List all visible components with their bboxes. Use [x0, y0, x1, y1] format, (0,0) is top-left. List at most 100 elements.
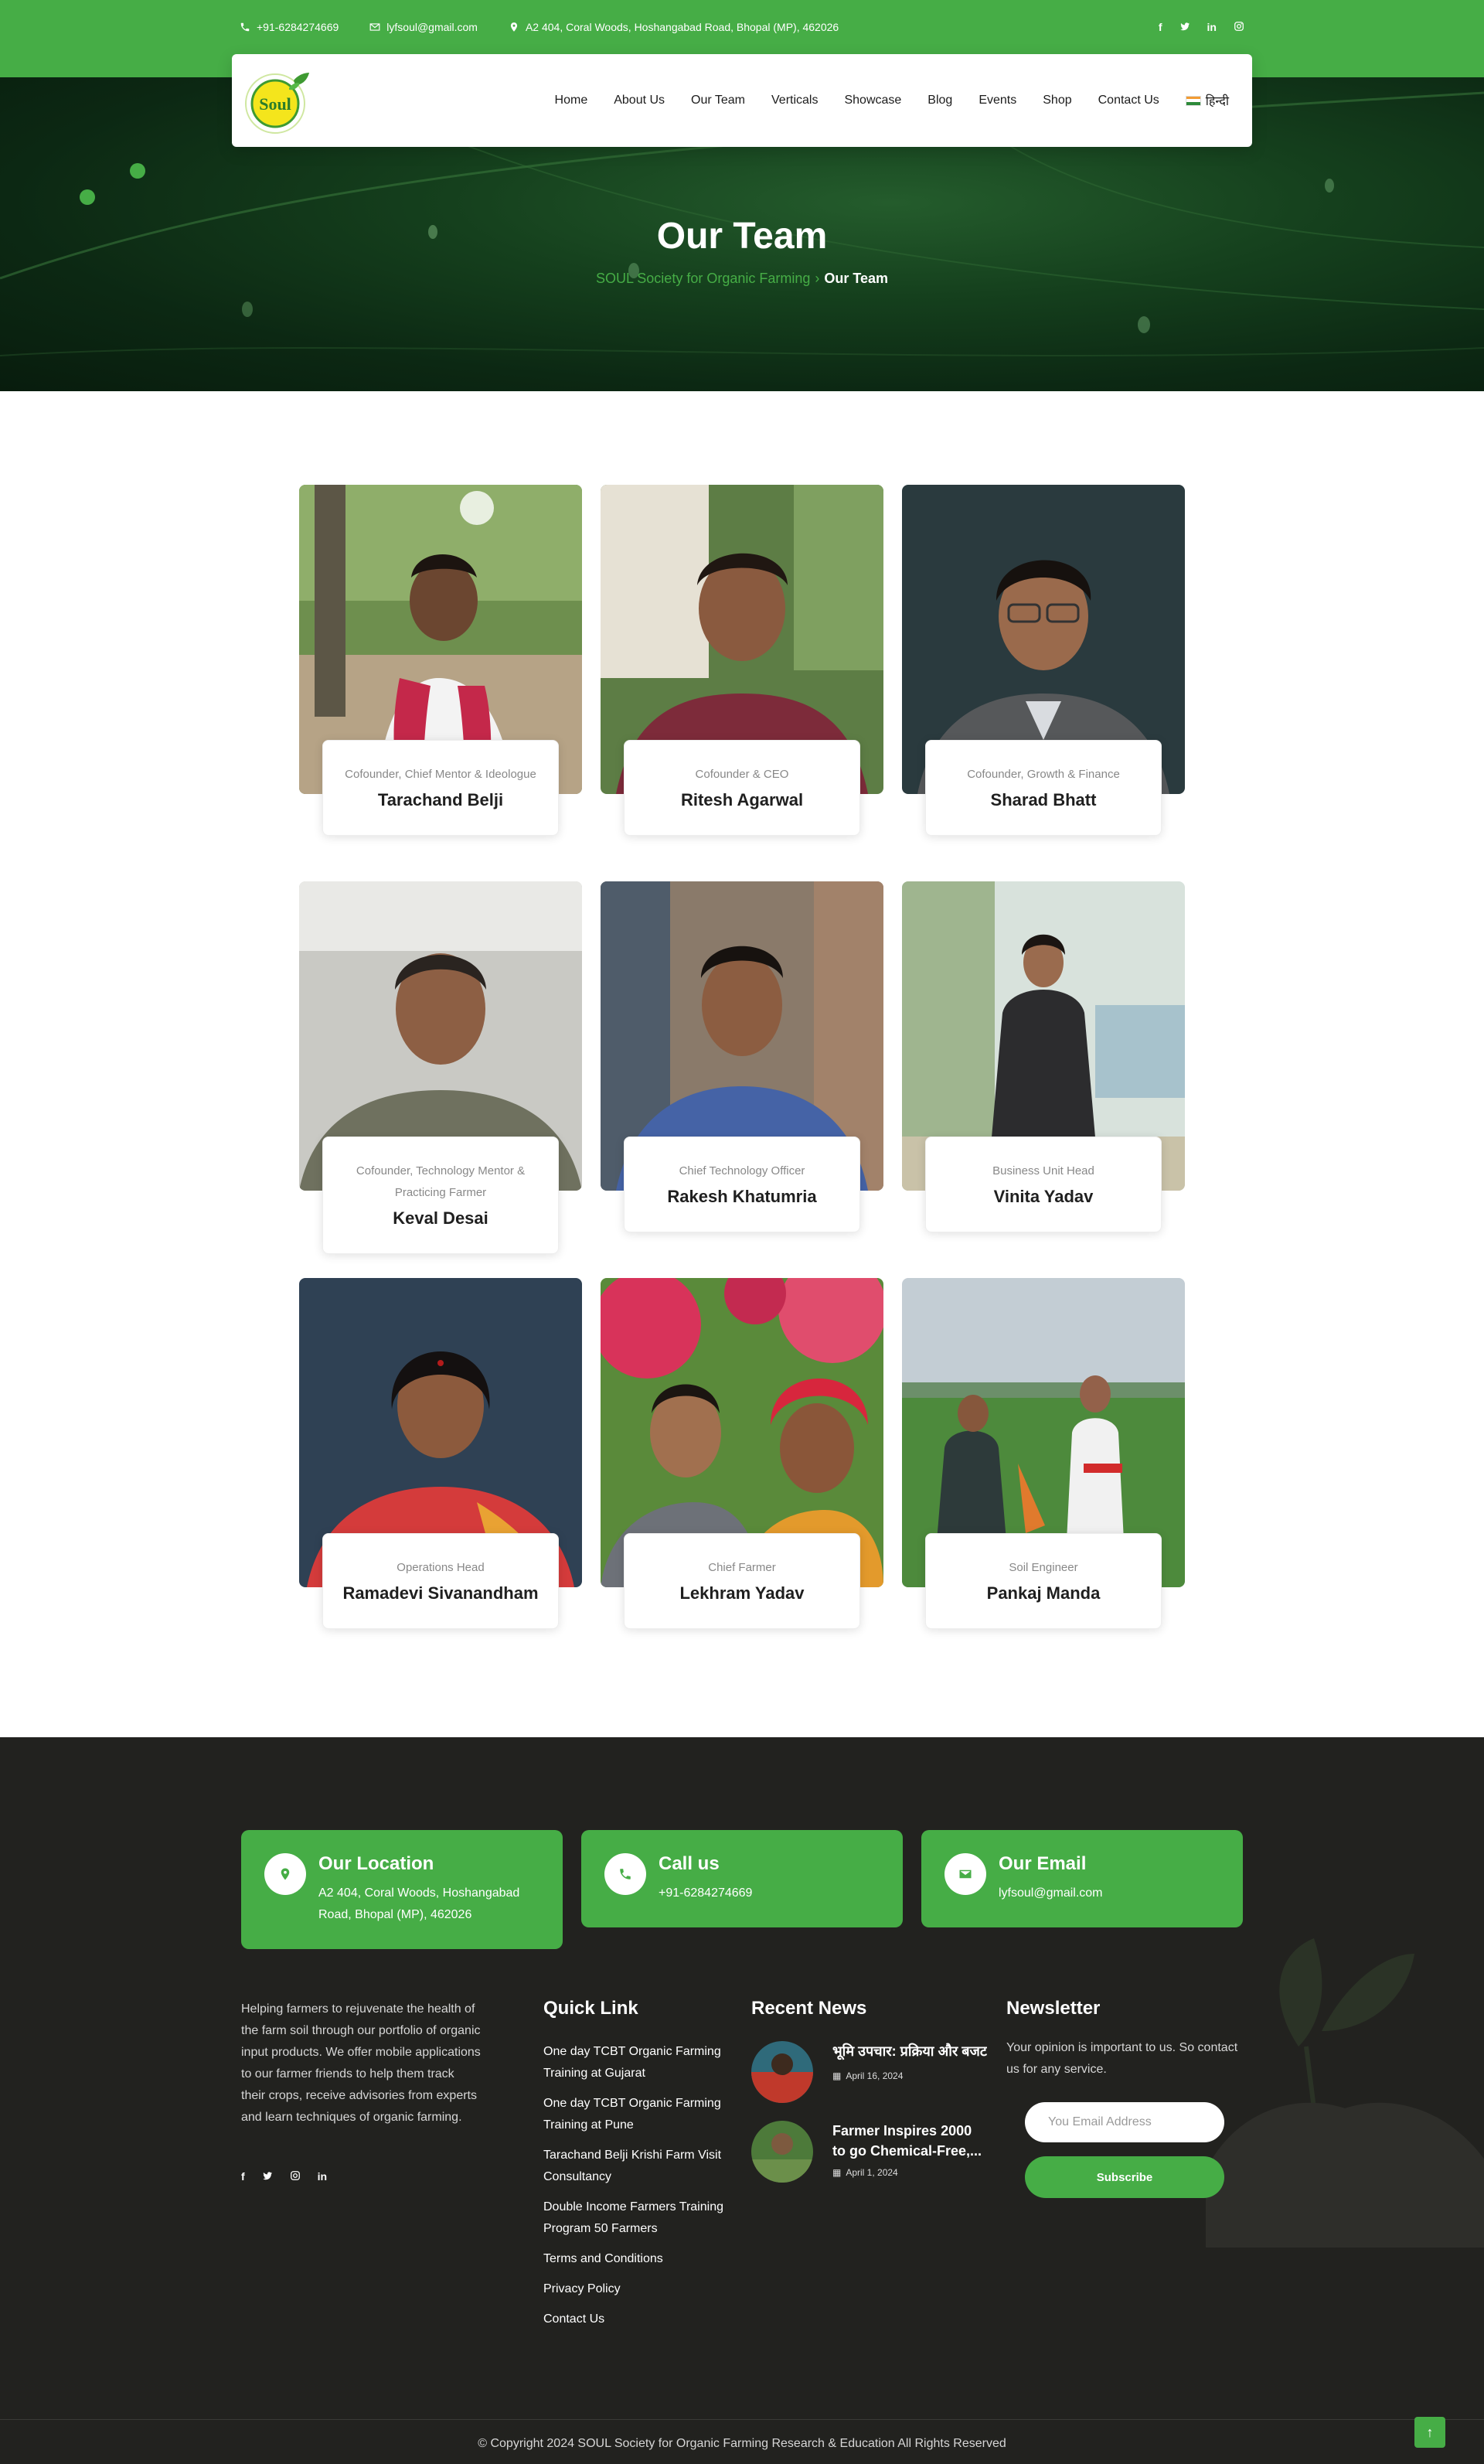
- newsletter-email-input[interactable]: [1025, 2102, 1224, 2142]
- team-name[interactable]: Sharad Bhatt: [941, 789, 1145, 812]
- team-card[interactable]: Cofounder, Technology Mentor & Practicin…: [299, 881, 582, 1254]
- recent-news-title: Recent News: [751, 1998, 867, 2019]
- news-title[interactable]: भूमि उपचार: प्रक्रिया और बजट: [832, 2041, 987, 2061]
- nav-item-events[interactable]: Events: [979, 94, 1016, 107]
- linkedin-icon[interactable]: in: [1207, 21, 1217, 34]
- team-card[interactable]: Cofounder, Chief Mentor & Ideologue Tara…: [299, 485, 582, 856]
- team-name[interactable]: Pankaj Manda: [941, 1582, 1145, 1605]
- envelope-icon: [369, 23, 380, 31]
- team-card[interactable]: Soil Engineer Pankaj Manda: [902, 1278, 1185, 1649]
- news-thumbnail: [751, 2121, 813, 2183]
- quick-link-item[interactable]: Privacy Policy: [543, 2278, 737, 2300]
- quick-link-item[interactable]: Terms and Conditions: [543, 2248, 737, 2270]
- team-role: Soil Engineer: [1009, 1561, 1078, 1574]
- soul-logo[interactable]: Soul: [243, 65, 314, 136]
- team-name[interactable]: Keval Desai: [339, 1207, 543, 1230]
- team-card[interactable]: Cofounder, Growth & Finance Sharad Bhatt: [902, 485, 1185, 856]
- main-navigation: Soul Home About Us Our Team Verticals Sh…: [232, 54, 1252, 147]
- scroll-to-top-button[interactable]: ↑: [1414, 2417, 1445, 2448]
- newsletter-text: Your opinion is important to us. So cont…: [1006, 2041, 1238, 2076]
- breadcrumb: SOUL Society for Organic Farming › Our Tea…: [0, 271, 1484, 287]
- quick-link-item[interactable]: Double Income Farmers Training Program 5…: [543, 2196, 737, 2240]
- nav-menu: Home About Us Our Team Verticals Showcas…: [555, 54, 1229, 147]
- calendar-icon: ▦: [832, 2167, 842, 2178]
- team-name[interactable]: Ramadevi Sivanandham: [339, 1582, 543, 1605]
- language-switch[interactable]: हिन्दी: [1185, 92, 1229, 109]
- facebook-icon[interactable]: f: [1159, 21, 1162, 34]
- location-icon: [264, 1853, 306, 1895]
- newsletter-title: Newsletter: [1006, 1998, 1101, 2019]
- email-card[interactable]: Our Email lyfsoul@gmail.com: [921, 1830, 1243, 1927]
- nav-item-blog[interactable]: Blog: [928, 94, 952, 107]
- footer-about-text: Helping farmers to rejuvenate the health…: [241, 2002, 481, 2124]
- linkedin-icon[interactable]: in: [318, 2170, 327, 2183]
- instagram-icon[interactable]: [1234, 21, 1244, 34]
- topbar-email[interactable]: lyfsoul@gmail.com: [369, 21, 478, 33]
- quick-link-item[interactable]: One day TCBT Organic Farming Training at…: [543, 2041, 737, 2084]
- location-card: Our Location A2 404, Coral Woods, Hoshan…: [241, 1830, 563, 1949]
- call-card[interactable]: Call us +91-6284274669: [581, 1830, 903, 1927]
- quick-link-item[interactable]: Tarachand Belji Krishi Farm Visit Consul…: [543, 2145, 737, 2188]
- team-info: Chief Farmer Lekhram Yadav: [624, 1533, 860, 1629]
- team-name[interactable]: Tarachand Belji: [339, 789, 543, 812]
- topbar-address-text: A2 404, Coral Woods, Hoshangabad Road, B…: [525, 21, 839, 33]
- team-card[interactable]: Chief Technology Officer Rakesh Khatumri…: [601, 881, 883, 1252]
- team-role: Cofounder, Chief Mentor & Ideologue: [345, 768, 536, 781]
- location-title: Our Location: [318, 1853, 434, 1874]
- logo-text: Soul: [259, 94, 291, 114]
- news-date: ▦ April 16, 2024: [832, 2070, 904, 2081]
- team-name[interactable]: Lekhram Yadav: [640, 1582, 844, 1605]
- twitter-icon[interactable]: [1179, 21, 1190, 34]
- copyright-text: © Copyright 2024 SOUL Society for Organi…: [478, 2437, 1006, 2450]
- team-name[interactable]: Ritesh Agarwal: [640, 789, 844, 812]
- team-info: Chief Technology Officer Rakesh Khatumri…: [624, 1137, 860, 1232]
- phone-icon: [240, 22, 250, 32]
- team-info: Soil Engineer Pankaj Manda: [925, 1533, 1162, 1629]
- topbar-email-text: lyfsoul@gmail.com: [386, 21, 478, 33]
- quick-link-item[interactable]: Contact Us: [543, 2309, 737, 2330]
- news-title[interactable]: Farmer Inspires 2000 to go Chemical-Free…: [832, 2121, 987, 2161]
- nav-item-shop[interactable]: Shop: [1043, 94, 1071, 107]
- team-card[interactable]: Operations Head Ramadevi Sivanandham: [299, 1278, 582, 1649]
- breadcrumb-separator-icon: ›: [815, 271, 820, 286]
- twitter-icon[interactable]: [262, 2170, 273, 2183]
- team-name[interactable]: Vinita Yadav: [941, 1185, 1145, 1208]
- topbar-phone-text: +91-6284274669: [257, 21, 339, 33]
- nav-item-our-team[interactable]: Our Team: [691, 94, 745, 107]
- breadcrumb-current: Our Team: [824, 271, 889, 286]
- news-date: ▦ April 1, 2024: [832, 2167, 898, 2178]
- subscribe-button[interactable]: Subscribe: [1025, 2156, 1224, 2198]
- nav-item-contact-us[interactable]: Contact Us: [1098, 94, 1159, 107]
- team-role: Operations Head: [397, 1561, 485, 1574]
- news-item[interactable]: भूमि उपचार: प्रक्रिया और बजट ▦ April 16, …: [751, 2041, 991, 2106]
- nav-item-verticals[interactable]: Verticals: [771, 94, 818, 107]
- team-role: Cofounder, Technology Mentor & Practicin…: [356, 1164, 526, 1199]
- email-title: Our Email: [999, 1853, 1087, 1874]
- breadcrumb-home[interactable]: SOUL Society for Organic Farming: [596, 271, 810, 286]
- footer-socials: f in: [241, 2170, 327, 2183]
- team-card[interactable]: Business Unit Head Vinita Yadav: [902, 881, 1185, 1252]
- topbar-address: A2 404, Coral Woods, Hoshangabad Road, B…: [509, 21, 839, 33]
- call-text: +91-6284274669: [659, 1886, 753, 1900]
- quick-links-list: One day TCBT Organic Farming Training at…: [543, 2041, 737, 2339]
- call-title: Call us: [659, 1853, 720, 1874]
- india-flag-icon: [1185, 95, 1201, 106]
- instagram-icon[interactable]: [290, 2170, 301, 2183]
- team-name[interactable]: Rakesh Khatumria: [640, 1185, 844, 1208]
- footer-bottom-bar: © Copyright 2024 SOUL Society for Organi…: [0, 2417, 1484, 2464]
- team-info: Operations Head Ramadevi Sivanandham: [322, 1533, 559, 1629]
- nav-item-home[interactable]: Home: [555, 94, 588, 107]
- topbar-phone[interactable]: +91-6284274669: [240, 21, 339, 33]
- team-role: Cofounder & CEO: [695, 768, 789, 781]
- team-card[interactable]: Chief Farmer Lekhram Yadav: [601, 1278, 883, 1649]
- facebook-icon[interactable]: f: [241, 2170, 245, 2183]
- quick-link-item[interactable]: One day TCBT Organic Farming Training at…: [543, 2093, 737, 2136]
- team-role: Chief Farmer: [708, 1561, 776, 1574]
- team-info: Cofounder & CEO Ritesh Agarwal: [624, 740, 860, 836]
- team-info: Cofounder, Technology Mentor & Practicin…: [322, 1137, 559, 1254]
- team-info: Business Unit Head Vinita Yadav: [925, 1137, 1162, 1232]
- news-item[interactable]: Farmer Inspires 2000 to go Chemical-Free…: [751, 2121, 991, 2186]
- team-card[interactable]: Cofounder & CEO Ritesh Agarwal: [601, 485, 883, 856]
- nav-item-about-us[interactable]: About Us: [614, 94, 665, 107]
- nav-item-showcase[interactable]: Showcase: [844, 94, 901, 107]
